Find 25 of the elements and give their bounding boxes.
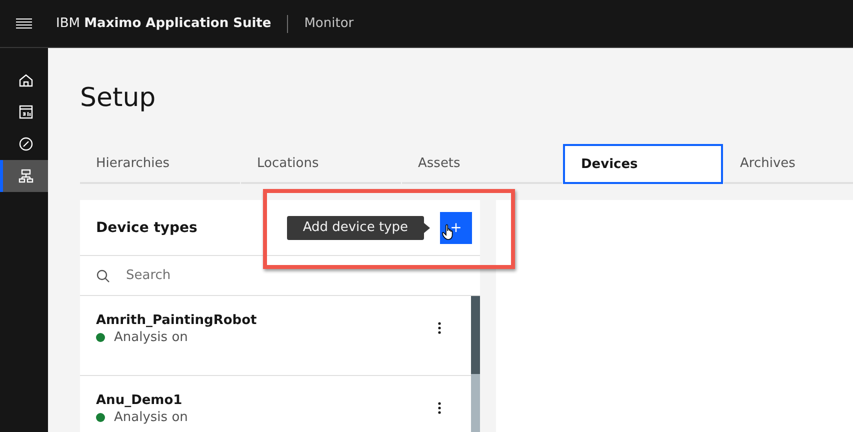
tab[interactable]: Hierarchies <box>80 144 240 184</box>
scrollbar[interactable] <box>471 296 480 432</box>
device-type-name: Amrith_PaintingRobot <box>96 313 258 328</box>
menu-icon <box>16 18 32 30</box>
app-name: Monitor <box>287 14 354 32</box>
status-text: Analysis on <box>114 330 188 345</box>
status-text: Analysis on <box>114 410 188 425</box>
tooltip-pointer-icon <box>424 222 430 232</box>
device-type-name: Anu_Demo1 <box>96 393 184 408</box>
more-icon <box>438 322 440 334</box>
brand-title[interactable]: IBM Maximo Application Suite <box>48 16 288 31</box>
more-icon <box>438 402 440 414</box>
sidebar-item[interactable] <box>0 160 48 192</box>
tab[interactable]: Archives <box>724 144 853 184</box>
search-icon <box>96 268 110 282</box>
compass-icon <box>16 135 34 153</box>
panel-title: Device types <box>96 220 198 236</box>
scrollbar-thumb[interactable] <box>471 296 480 374</box>
hierarchy-icon <box>16 167 34 185</box>
tooltip: Add device type <box>286 216 424 240</box>
dashboard-icon <box>16 103 34 121</box>
tab[interactable]: Locations <box>241 144 401 184</box>
add-button[interactable]: + <box>440 212 472 244</box>
page-title: Setup <box>80 82 157 115</box>
tab[interactable]: Devices <box>563 144 723 184</box>
